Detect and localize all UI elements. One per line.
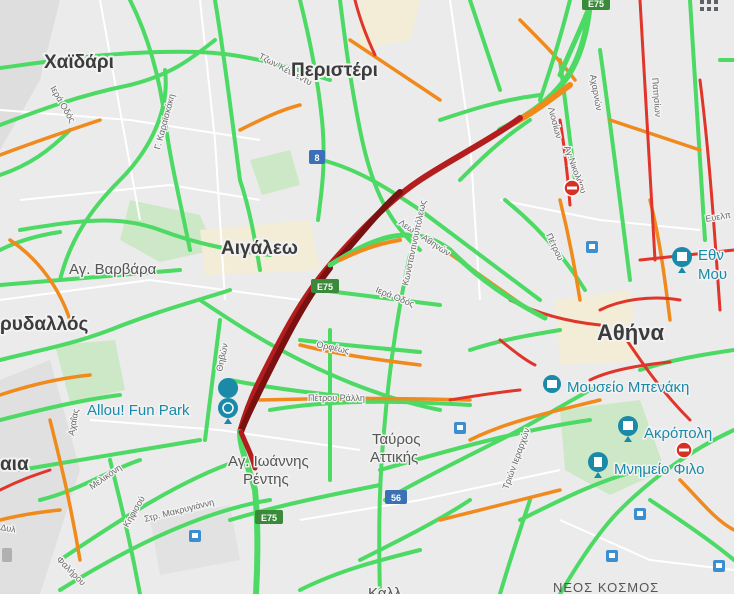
- shield-route-8: 8: [309, 150, 325, 164]
- poi-benaki-label: Μουσείο Μπενάκη: [567, 379, 689, 396]
- shield-e75-bottom: E75: [255, 510, 283, 524]
- place-tavros-line2: Αττικής: [370, 449, 418, 466]
- metro-station-icon: [634, 508, 646, 520]
- metro-station-icon: [713, 560, 725, 572]
- place-aigaleo: Αιγάλεω: [221, 238, 298, 259]
- shield-e75-top: E75: [582, 0, 610, 10]
- poi-filopappou-label: Μνημείο Φιλο: [614, 461, 704, 478]
- poi-allou-label: Allou! Fun Park: [87, 402, 190, 419]
- shield-e75-mid: E75: [311, 279, 339, 293]
- place-korydallos: ρυδαλλός: [0, 314, 89, 335]
- place-ag-ioannis-line1: Αγ. Ιωάννης: [228, 453, 309, 470]
- road-closure-icon: [563, 179, 581, 197]
- poi-ethniko-line2: Μου: [698, 266, 727, 283]
- place-athina: Αθήνα: [597, 320, 664, 345]
- metro-station-icon: [606, 550, 618, 562]
- poi-ethniko-line1: Εθν: [698, 247, 724, 264]
- shield-route-56: 56: [385, 490, 407, 504]
- place-chaidari: Χαϊδάρι: [44, 52, 114, 73]
- svg-text:8: 8: [314, 153, 319, 163]
- place-ag-ioannis-line2: Ρέντης: [243, 471, 289, 488]
- place-nikaia: αια: [0, 454, 29, 475]
- metro-station-icon: [454, 422, 466, 434]
- poi-akropoli-label: Ακρόπολη: [644, 425, 712, 442]
- apps-grid-icon[interactable]: [698, 0, 720, 16]
- svg-text:56: 56: [391, 493, 401, 503]
- place-neos-kosmos: ΝΕΟΣ ΚΟΣΜΟΣ: [553, 580, 659, 594]
- metro-station-icon: [189, 530, 201, 542]
- svg-text:E75: E75: [261, 513, 277, 523]
- place-kall: Καλλ: [368, 585, 402, 594]
- svg-text:E75: E75: [317, 282, 333, 292]
- place-tavros-line1: Ταύρος: [372, 431, 421, 448]
- place-peristeri: Περιστέρι: [291, 60, 378, 81]
- label-petrou-ralli: Πέτρου Ράλλη: [308, 393, 365, 403]
- tram-icon: [2, 548, 12, 562]
- road-closure-icon: [675, 441, 693, 459]
- metro-station-icon: [586, 241, 598, 253]
- place-ag-varvara: Αγ. Βαρβάρα: [69, 261, 157, 278]
- map-canvas[interactable]: E75 E75 E75 8 56 Λεωφ. Αθηνών Ιερά Οδός …: [0, 0, 734, 594]
- svg-text:E75: E75: [588, 0, 604, 9]
- museum-icon: [543, 375, 561, 393]
